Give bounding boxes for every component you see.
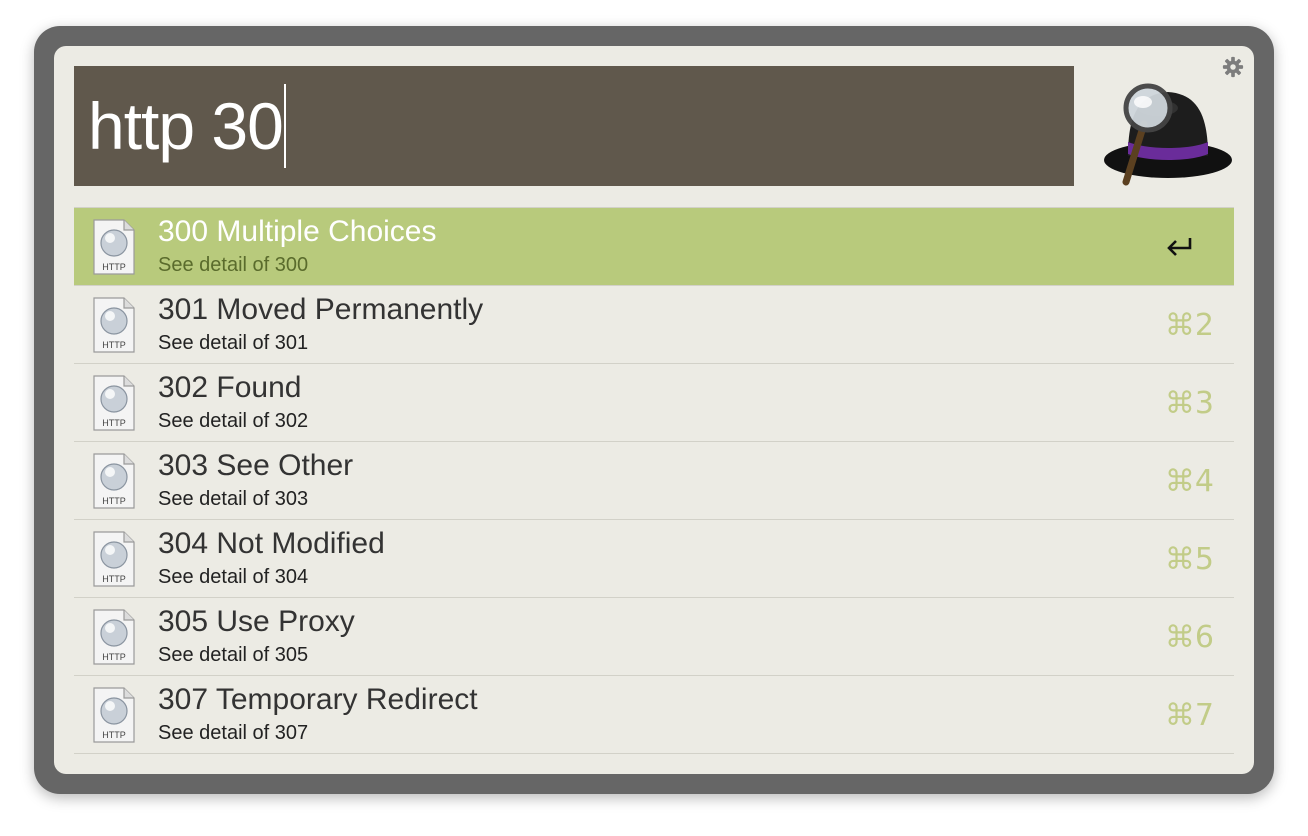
result-subtitle: See detail of 302 xyxy=(158,410,309,432)
result-subtitle: See detail of 300 xyxy=(158,254,309,276)
result-title: 305 Use Proxy xyxy=(158,605,355,638)
http-file-icon: HTTP xyxy=(93,375,135,431)
result-shortcut: ⌘4 xyxy=(1164,464,1214,499)
result-item[interactable]: HTTP 301 Moved Permanently See detail of… xyxy=(74,285,1234,363)
http-file-icon: HTTP xyxy=(93,297,135,353)
result-subtitle: See detail of 303 xyxy=(158,488,309,510)
result-shortcut: ⌘6 xyxy=(1164,620,1214,655)
result-shortcut: ⌘7 xyxy=(1164,698,1214,733)
search-query-text[interactable]: http 30 xyxy=(88,93,284,159)
result-item[interactable]: HTTP 302 Found See detail of 302 ⌘3 xyxy=(74,363,1234,441)
http-file-icon: HTTP xyxy=(93,453,135,509)
result-shortcut: ⌘3 xyxy=(1164,386,1214,421)
result-item[interactable]: HTTP 305 Use Proxy See detail of 305 ⌘6 xyxy=(74,597,1234,675)
svg-text:HTTP: HTTP xyxy=(102,574,126,584)
http-file-icon: HTTP xyxy=(93,687,135,743)
http-file-icon: HTTP xyxy=(93,531,135,587)
result-title: 304 Not Modified xyxy=(158,527,385,560)
results-list: HTTP 300 Multiple Choices See detail of … xyxy=(74,207,1234,754)
text-caret xyxy=(283,84,286,168)
svg-text:HTTP: HTTP xyxy=(102,262,126,272)
result-subtitle: See detail of 305 xyxy=(158,644,309,666)
result-subtitle: See detail of 301 xyxy=(158,332,309,354)
search-input[interactable]: http 30 xyxy=(74,66,1074,186)
svg-text:HTTP: HTTP xyxy=(102,340,126,350)
result-item[interactable]: HTTP 304 Not Modified See detail of 304 … xyxy=(74,519,1234,597)
result-item[interactable]: HTTP 300 Multiple Choices See detail of … xyxy=(74,207,1234,285)
return-arrow-icon xyxy=(1167,238,1192,256)
svg-text:HTTP: HTTP xyxy=(102,418,126,428)
result-shortcut: ⌘2 xyxy=(1164,308,1214,343)
result-item[interactable]: HTTP 307 Temporary Redirect See detail o… xyxy=(74,675,1234,754)
result-item[interactable]: HTTP 303 See Other See detail of 303 ⌘4 xyxy=(74,441,1234,519)
svg-text:HTTP: HTTP xyxy=(102,496,126,506)
svg-text:HTTP: HTTP xyxy=(102,652,126,662)
http-file-icon: HTTP xyxy=(93,219,135,275)
result-shortcut: ⌘5 xyxy=(1164,542,1214,577)
alfred-hat-logo xyxy=(1104,83,1232,186)
gear-icon[interactable] xyxy=(1222,56,1244,78)
result-title: 300 Multiple Choices xyxy=(158,215,437,248)
result-title: 301 Moved Permanently xyxy=(158,293,484,326)
result-title: 303 See Other xyxy=(158,449,354,482)
result-subtitle: See detail of 307 xyxy=(158,722,309,744)
svg-text:HTTP: HTTP xyxy=(102,730,126,740)
alfred-window: http 30 HTTP 300 Multiple Choices See de… xyxy=(34,26,1274,794)
http-file-icon: HTTP xyxy=(93,609,135,665)
result-subtitle: See detail of 304 xyxy=(158,566,309,588)
result-title: 302 Found xyxy=(158,371,302,404)
alfred-panel: http 30 HTTP 300 Multiple Choices See de… xyxy=(54,46,1254,774)
result-title: 307 Temporary Redirect xyxy=(158,683,478,716)
